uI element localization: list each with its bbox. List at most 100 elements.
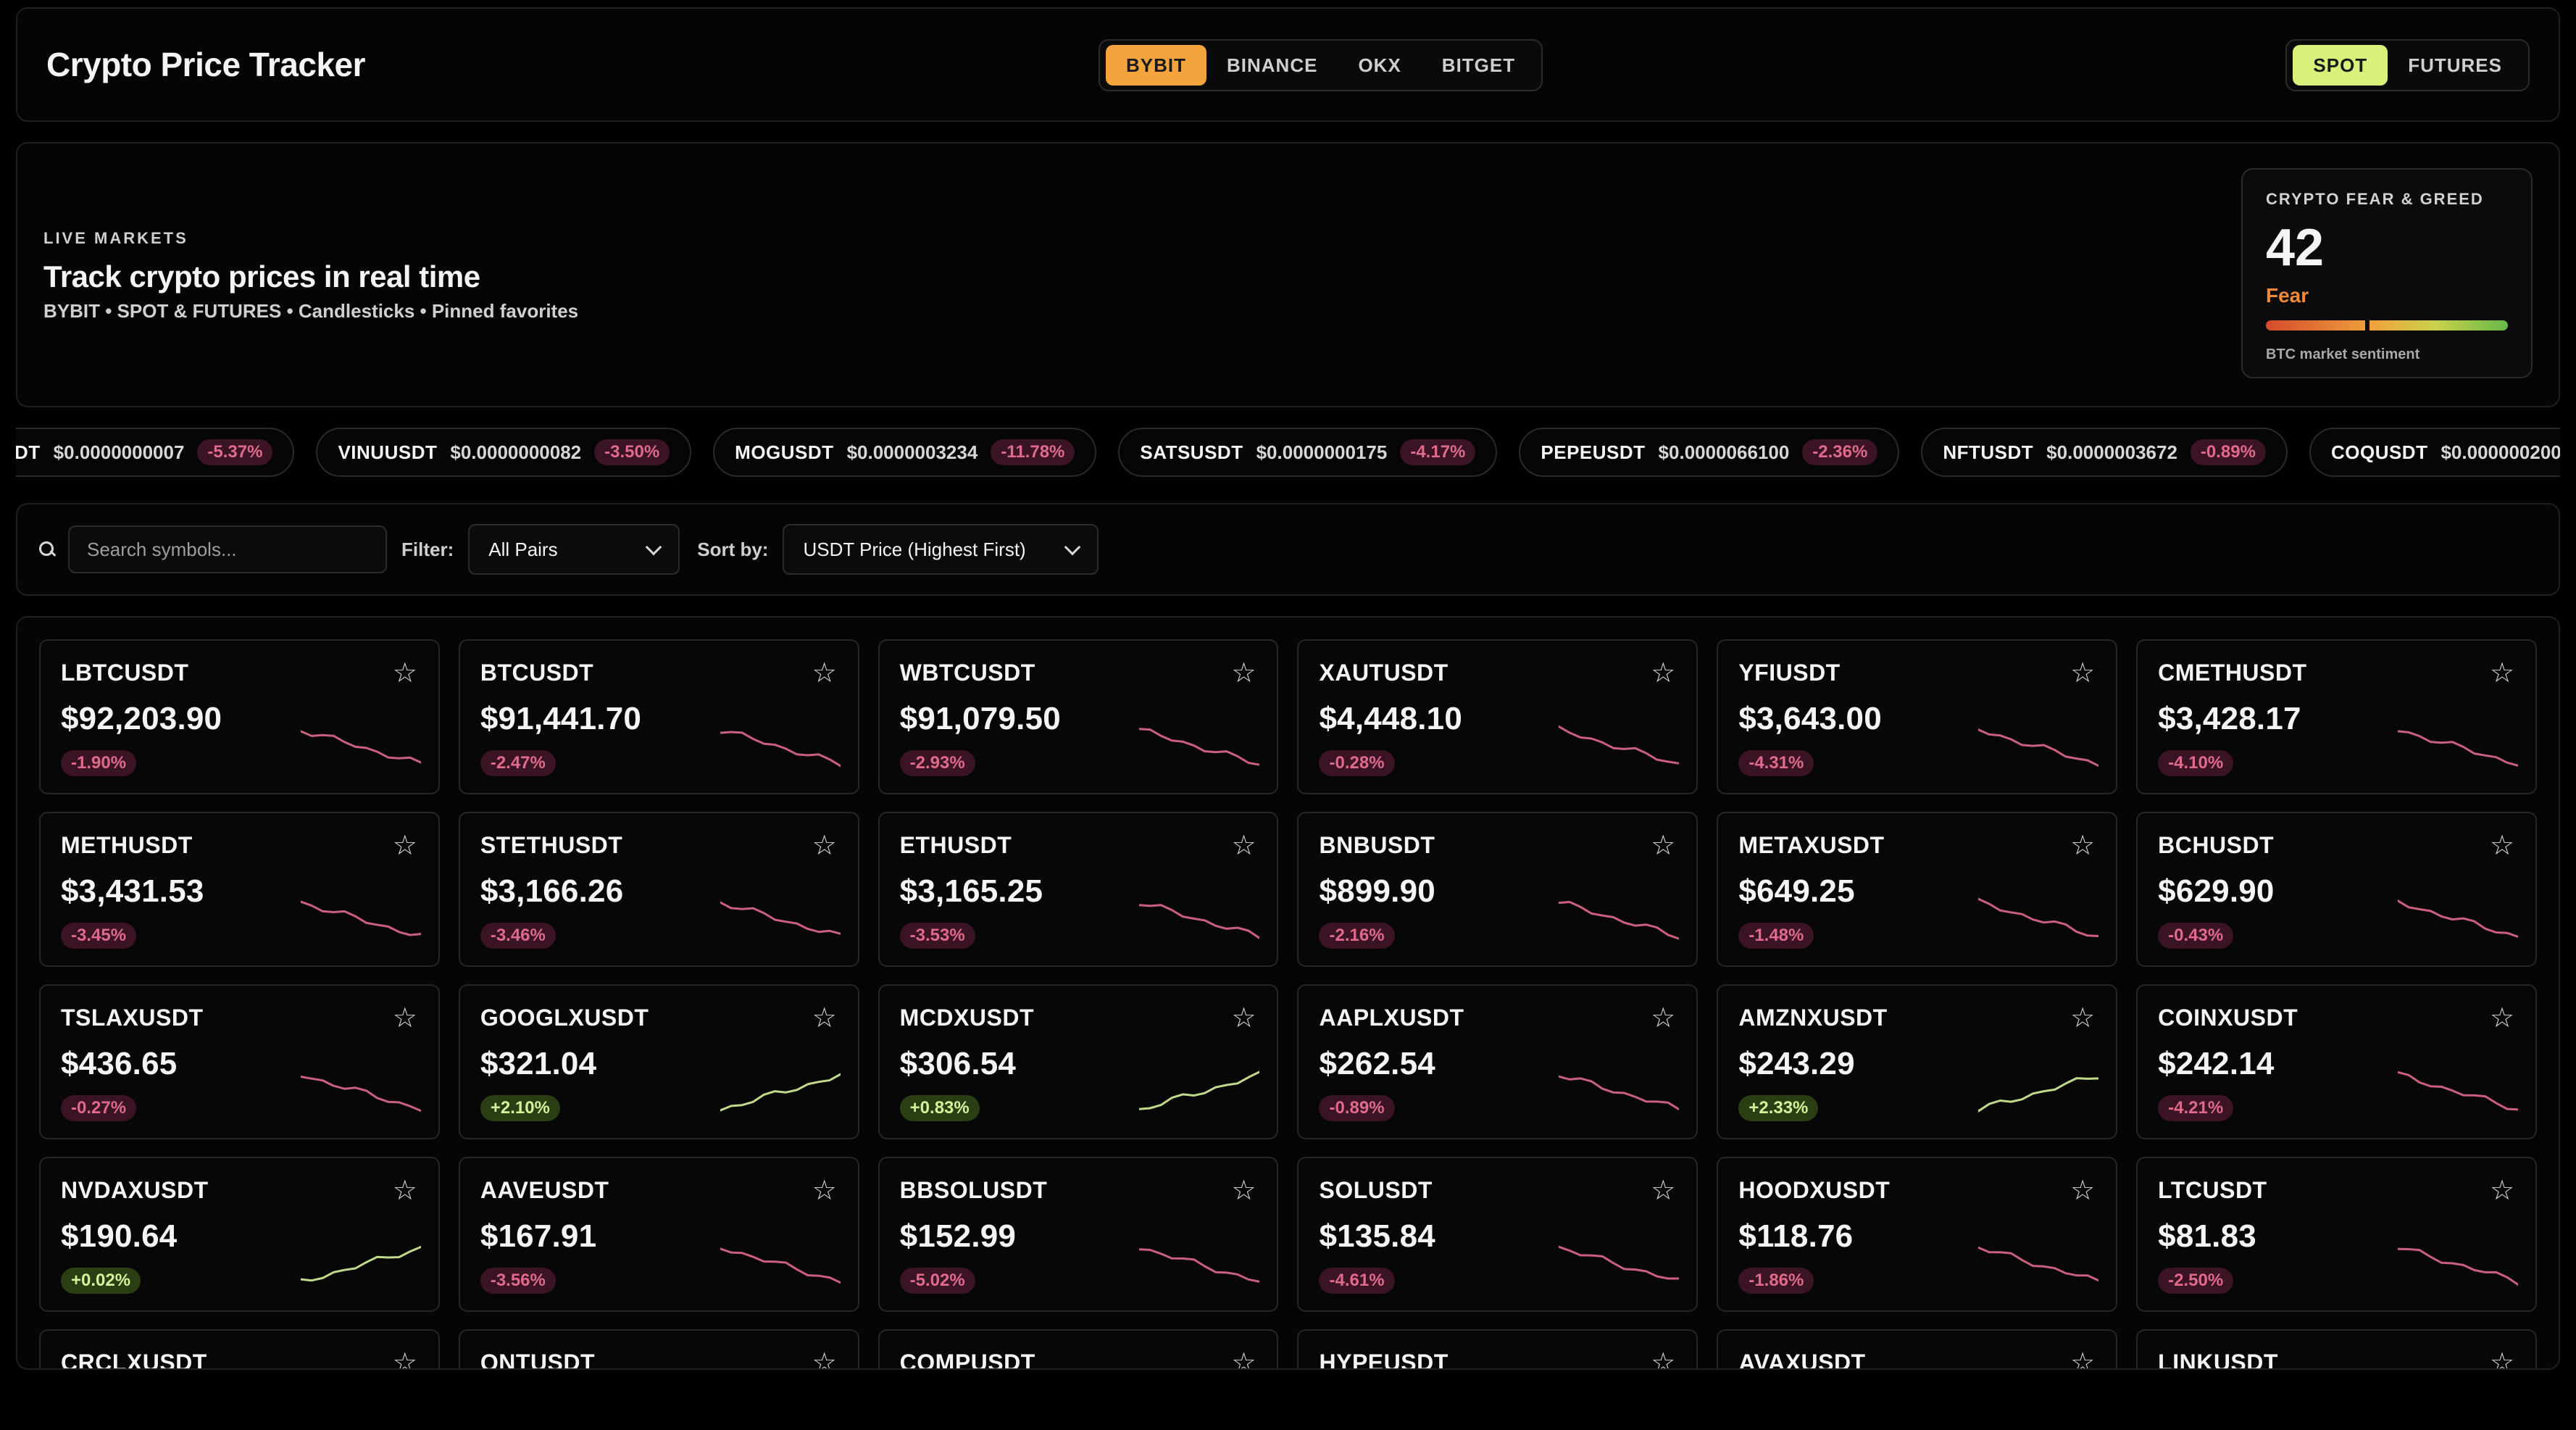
card-symbol: LBTCUSDT xyxy=(61,660,189,686)
ticker-item[interactable]: DT $0.0000000007 -5.37% xyxy=(16,428,295,477)
mini-sparkline xyxy=(2397,899,2518,938)
price-card[interactable]: BNBUSDT $899.90 -2.16% ☆ xyxy=(1297,812,1698,967)
market-option-spot[interactable]: SPOT xyxy=(2293,45,2388,86)
favorite-star-icon[interactable]: ☆ xyxy=(2068,658,2097,689)
price-card[interactable]: CRCLXUSDT$81.27☆ xyxy=(39,1329,440,1369)
price-card[interactable]: STETHUSDT $3,166.26 -3.46% ☆ xyxy=(458,812,859,967)
favorite-star-icon[interactable]: ☆ xyxy=(810,831,839,861)
sparkline-path xyxy=(720,731,841,768)
favorite-star-icon[interactable]: ☆ xyxy=(2068,1003,2097,1034)
exchange-option-okx[interactable]: OKX xyxy=(1338,45,1421,86)
price-card[interactable]: WBTCUSDT $91,079.50 -2.93% ☆ xyxy=(878,639,1279,794)
price-card[interactable]: NVDAXUSDT $190.64 +0.02% ☆ xyxy=(39,1157,440,1312)
market-option-futures[interactable]: FUTURES xyxy=(2388,45,2522,86)
mini-sparkline xyxy=(1559,1245,1680,1280)
card-symbol: LTCUSDT xyxy=(2158,1177,2267,1203)
mini-sparkline xyxy=(300,1076,421,1113)
price-card[interactable]: BCHUSDT $629.90 -0.43% ☆ xyxy=(2136,812,2537,967)
price-card[interactable]: CMETHUSDT $3,428.17 -4.10% ☆ xyxy=(2136,639,2537,794)
favorite-star-icon[interactable]: ☆ xyxy=(810,658,839,689)
favorite-star-icon[interactable]: ☆ xyxy=(1229,1348,1258,1369)
exchange-option-binance[interactable]: BINANCE xyxy=(1206,45,1338,86)
sparkline-path xyxy=(300,1076,421,1113)
ticker-item[interactable]: SATSUSDT $0.0000000175 -4.17% xyxy=(1118,428,1498,477)
favorite-star-icon[interactable]: ☆ xyxy=(391,831,420,861)
price-card[interactable]: AMZNXUSDT $243.29 +2.33% ☆ xyxy=(1717,984,2118,1139)
exchange-option-bitget[interactable]: BITGET xyxy=(1422,45,1535,86)
search-input[interactable] xyxy=(68,525,387,573)
price-card[interactable]: METHUSDT $3,431.53 -3.45% ☆ xyxy=(39,812,440,967)
card-symbol: METHUSDT xyxy=(61,832,193,858)
price-card[interactable]: METAXUSDT $649.25 -1.48% ☆ xyxy=(1717,812,2118,967)
price-card[interactable]: ETHUSDT $3,165.25 -3.53% ☆ xyxy=(878,812,1279,967)
favorite-star-icon[interactable]: ☆ xyxy=(2068,831,2097,861)
favorite-star-icon[interactable]: ☆ xyxy=(1229,831,1258,861)
favorite-star-icon[interactable]: ☆ xyxy=(1229,1176,1258,1206)
favorite-star-icon[interactable]: ☆ xyxy=(391,1003,420,1034)
ticker-item[interactable]: MOGUSDT $0.0000003234 -11.78% xyxy=(713,428,1097,477)
favorite-star-icon[interactable]: ☆ xyxy=(2488,1176,2517,1206)
mini-sparkline xyxy=(2397,730,2518,767)
favorite-star-icon[interactable]: ☆ xyxy=(1648,658,1677,689)
favorite-star-icon[interactable]: ☆ xyxy=(2488,831,2517,861)
card-change-badge: -1.48% xyxy=(1738,923,1814,949)
favorite-star-icon[interactable]: ☆ xyxy=(1648,1348,1677,1369)
price-card[interactable]: XAUTUSDT $4,448.10 -0.28% ☆ xyxy=(1297,639,1698,794)
favorite-star-icon[interactable]: ☆ xyxy=(1648,831,1677,861)
price-card[interactable]: COINXUSDT $242.14 -4.21% ☆ xyxy=(2136,984,2537,1139)
ticker-price: $0.0000003234 xyxy=(846,441,978,463)
filter-select[interactable]: All Pairs xyxy=(468,524,680,575)
ticker-item[interactable]: VINUUSDT $0.0000000082 -3.50% xyxy=(316,428,692,477)
sparkline-path xyxy=(300,730,421,764)
mini-sparkline xyxy=(1139,904,1260,939)
ticker-change-badge: -5.37% xyxy=(197,439,273,465)
price-card[interactable]: LBTCUSDT $92,203.90 -1.90% ☆ xyxy=(39,639,440,794)
price-card[interactable]: AAVEUSDT $167.91 -3.56% ☆ xyxy=(458,1157,859,1312)
exchange-option-bybit[interactable]: BYBIT xyxy=(1106,45,1206,86)
favorite-star-icon[interactable]: ☆ xyxy=(1229,1003,1258,1034)
fear-greed-bar xyxy=(2266,320,2508,331)
ticker-item[interactable]: COQUSDT$0.0000002009-7.29% xyxy=(2309,428,2560,477)
price-card[interactable]: BBSOLUSDT $152.99 -5.02% ☆ xyxy=(878,1157,1279,1312)
card-symbol: HOODXUSDT xyxy=(1738,1177,1891,1203)
price-card[interactable]: SOLUSDT $135.84 -4.61% ☆ xyxy=(1297,1157,1698,1312)
price-card[interactable]: GOOGLXUSDT $321.04 +2.10% ☆ xyxy=(458,984,859,1139)
favorite-star-icon[interactable]: ☆ xyxy=(391,1176,420,1206)
sort-label: Sort by: xyxy=(697,538,769,560)
mini-sparkline xyxy=(1978,1246,2099,1282)
ticker-item[interactable]: NFTUSDT $0.0000003672 -0.89% xyxy=(1921,428,2288,477)
price-card[interactable]: AVAXUSDT$14.07☆ xyxy=(1717,1329,2118,1369)
price-card[interactable]: LTCUSDT $81.83 -2.50% ☆ xyxy=(2136,1157,2537,1312)
favorite-star-icon[interactable]: ☆ xyxy=(2488,658,2517,689)
favorite-star-icon[interactable]: ☆ xyxy=(1648,1003,1677,1034)
favorite-star-icon[interactable]: ☆ xyxy=(391,658,420,689)
favorite-star-icon[interactable]: ☆ xyxy=(810,1348,839,1369)
sparkline-path xyxy=(2397,1071,2518,1111)
favorite-star-icon[interactable]: ☆ xyxy=(1229,658,1258,689)
card-symbol: SOLUSDT xyxy=(1319,1177,1433,1203)
price-card[interactable]: AAPLXUSDT $262.54 -0.89% ☆ xyxy=(1297,984,1698,1139)
sort-select[interactable]: USDT Price (Highest First) xyxy=(783,524,1099,575)
favorite-star-icon[interactable]: ☆ xyxy=(2068,1348,2097,1369)
price-card[interactable]: LINKUSDT$13.43☆ xyxy=(2136,1329,2537,1369)
price-card[interactable]: HOODXUSDT $118.76 -1.86% ☆ xyxy=(1717,1157,2118,1312)
ticker-item[interactable]: PEPEUSDT $0.0000066100 -2.36% xyxy=(1519,428,1900,477)
favorite-star-icon[interactable]: ☆ xyxy=(2488,1348,2517,1369)
price-card[interactable]: HYPEUSDT$26.64☆ xyxy=(1297,1329,1698,1369)
price-card[interactable]: QNTUSDT$75.12☆ xyxy=(458,1329,859,1369)
price-card[interactable]: COMPUSDT$26.78☆ xyxy=(878,1329,1279,1369)
favorite-star-icon[interactable]: ☆ xyxy=(391,1348,420,1369)
card-symbol: BTCUSDT xyxy=(480,660,594,686)
mini-sparkline xyxy=(300,730,421,764)
mini-sparkline xyxy=(1978,897,2099,937)
favorite-star-icon[interactable]: ☆ xyxy=(1648,1176,1677,1206)
filter-label: Filter: xyxy=(401,538,454,560)
price-card[interactable]: BTCUSDT $91,441.70 -2.47% ☆ xyxy=(458,639,859,794)
price-card[interactable]: TSLAXUSDT $436.65 -0.27% ☆ xyxy=(39,984,440,1139)
favorite-star-icon[interactable]: ☆ xyxy=(2068,1176,2097,1206)
favorite-star-icon[interactable]: ☆ xyxy=(810,1003,839,1034)
price-card[interactable]: YFIUSDT $3,643.00 -4.31% ☆ xyxy=(1717,639,2118,794)
favorite-star-icon[interactable]: ☆ xyxy=(810,1176,839,1206)
favorite-star-icon[interactable]: ☆ xyxy=(2488,1003,2517,1034)
price-card[interactable]: MCDXUSDT $306.54 +0.83% ☆ xyxy=(878,984,1279,1139)
